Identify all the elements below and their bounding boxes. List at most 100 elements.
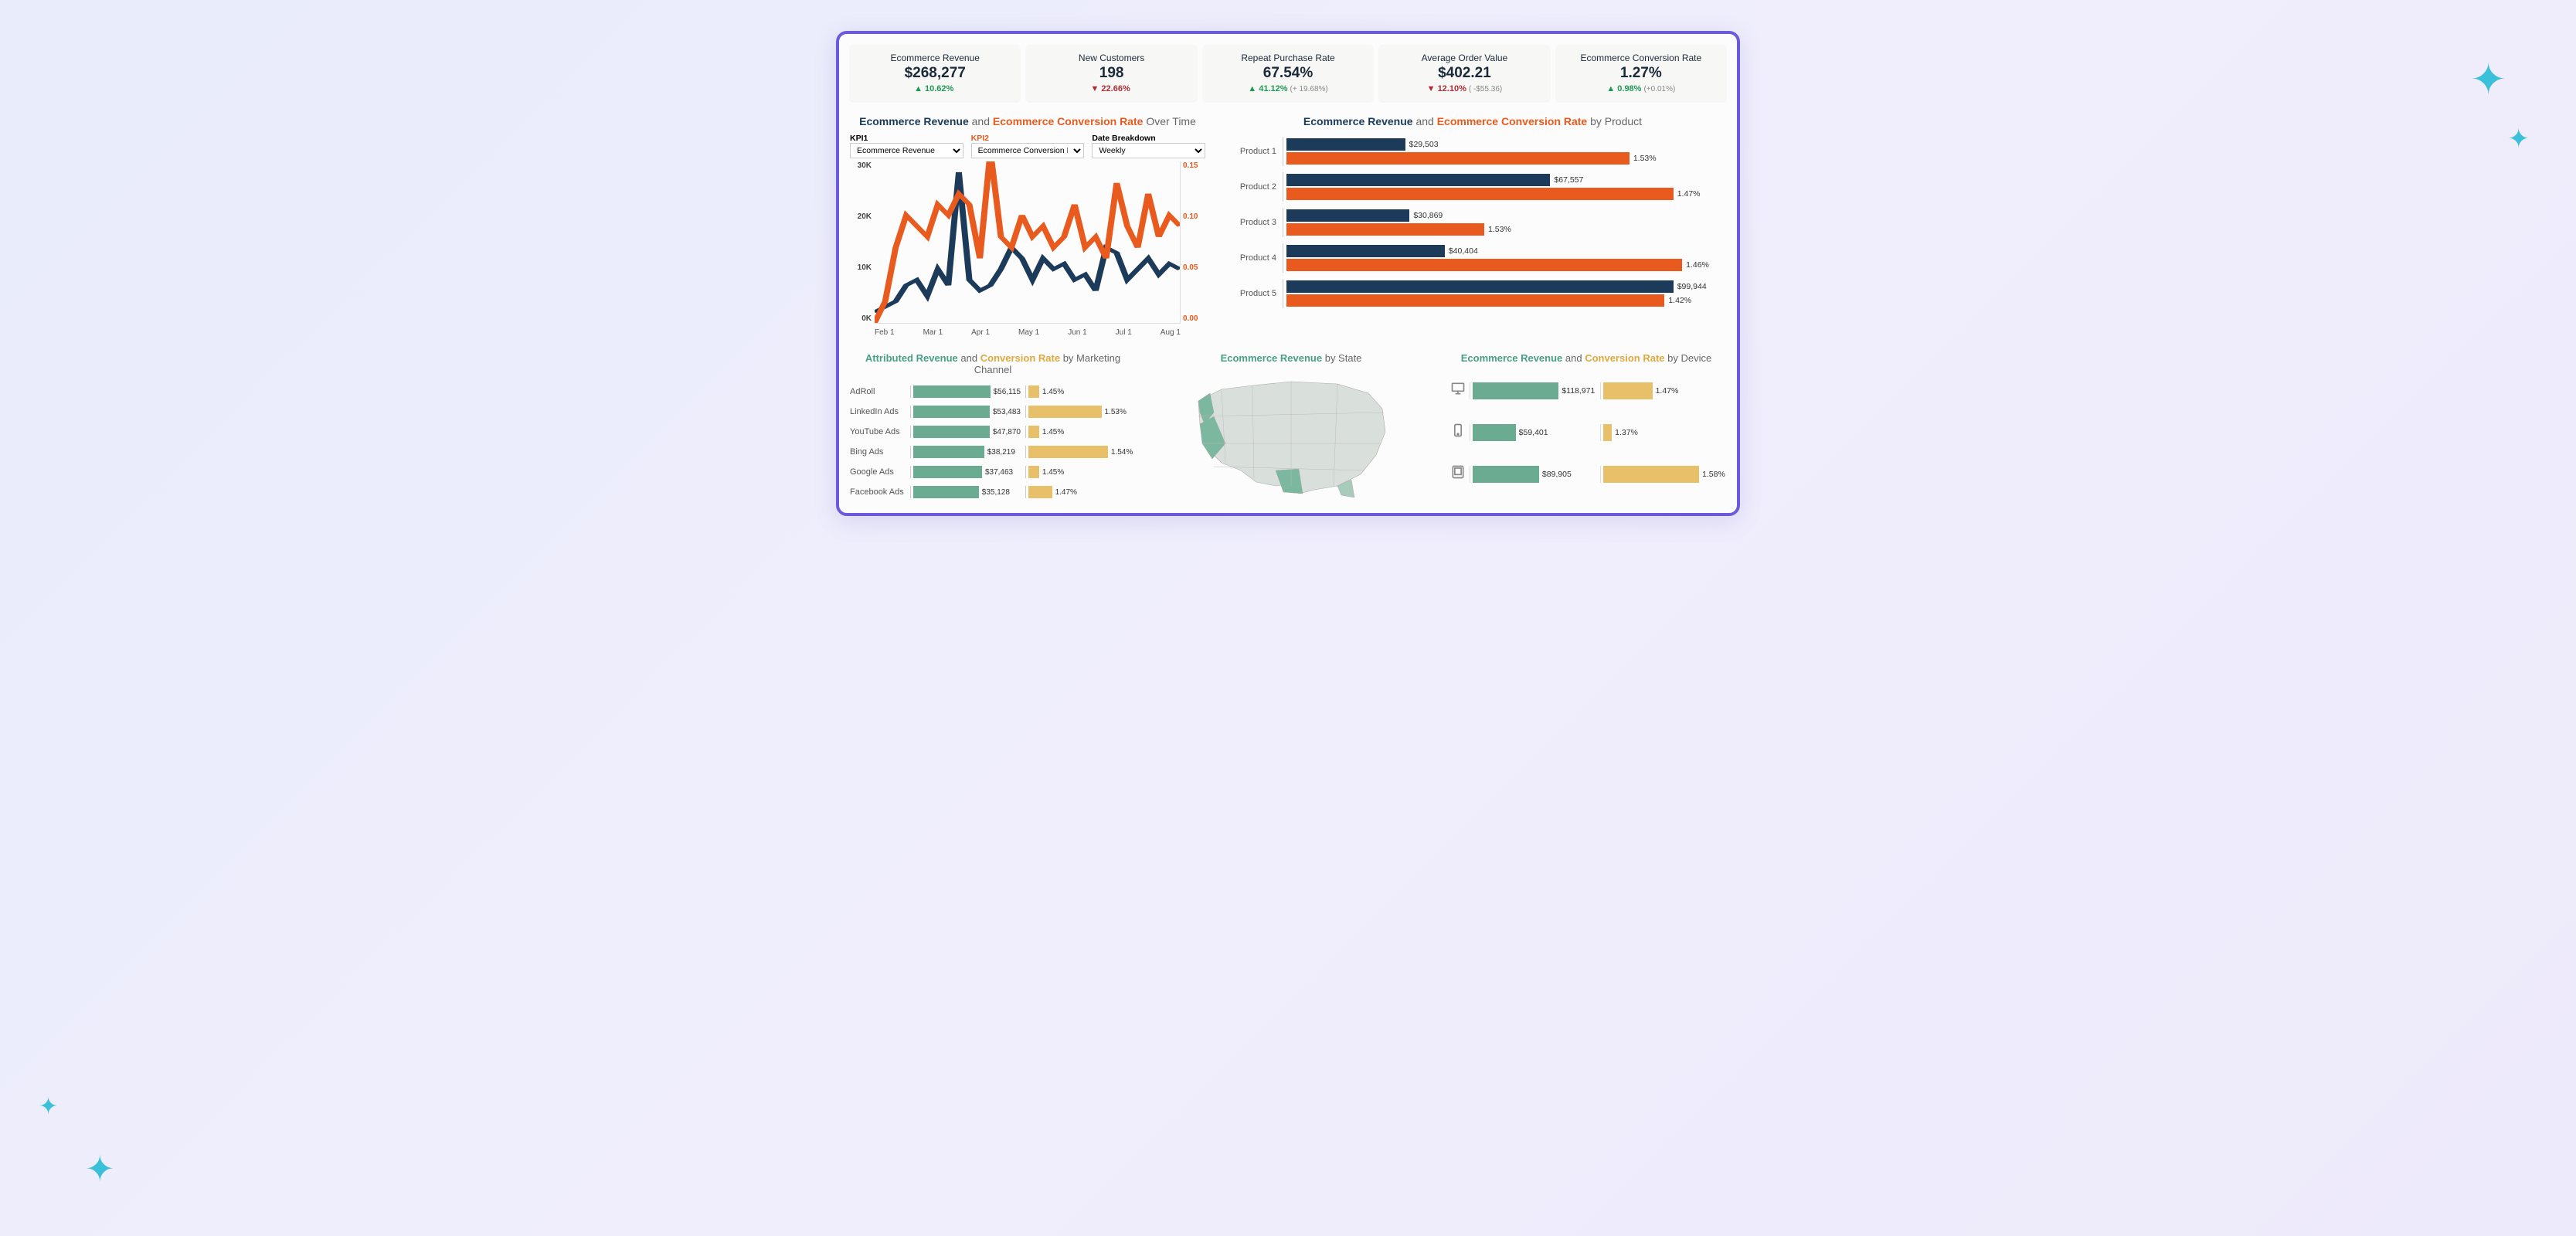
product-label: Product 5 (1235, 289, 1283, 298)
kpi-delta: 10.62% (856, 84, 1014, 93)
channel-revenue-value: $56,115 (994, 388, 1021, 396)
conversion-value: 1.46% (1686, 260, 1709, 270)
device-row: $59,401 1.37% (1446, 412, 1726, 453)
y-tick-right: 0.05 (1183, 263, 1205, 272)
product-label: Product 3 (1235, 218, 1283, 227)
kpi-card: Average Order Value $402.21 12.10%( -$55… (1379, 45, 1549, 101)
product-label: Product 2 (1235, 182, 1283, 192)
kpi-delta: 22.66% (1032, 84, 1190, 93)
channel-conversion-bar (1028, 486, 1052, 498)
channel-revenue-bar (913, 406, 990, 418)
conversion-bar (1286, 294, 1664, 307)
marketing-row: Facebook Ads $35,128 1.47% (850, 482, 1136, 502)
device-conversion-value: 1.58% (1702, 470, 1725, 479)
device-conversion-bar (1603, 382, 1653, 399)
product-label: Product 1 (1235, 147, 1283, 156)
map-title: Ecommerce Revenue by State (1148, 352, 1434, 364)
product-row: Product 5 $99,944 1.42% (1235, 276, 1726, 311)
kpi1-label: KPI1 (850, 134, 963, 143)
y-tick-left: 30K (850, 161, 872, 170)
kpi2-select[interactable]: Ecommerce Conversion Rate (971, 143, 1085, 158)
channel-conversion-value: 1.45% (1042, 468, 1064, 477)
channel-revenue-bar (913, 385, 991, 398)
kpi2-label: KPI2 (971, 134, 1085, 143)
line-chart-svg (875, 161, 1180, 323)
kpi-value: 198 (1032, 65, 1190, 82)
channel-revenue-bar (913, 426, 990, 438)
y-tick-right: 0.00 (1183, 314, 1205, 323)
x-tick: May 1 (1018, 328, 1039, 337)
channel-conversion-value: 1.54% (1111, 448, 1133, 457)
conversion-bar (1286, 188, 1674, 200)
kpi-card: Ecommerce Conversion Rate 1.27% 0.98%(+0… (1556, 45, 1726, 101)
panel-revenue-by-device: Ecommerce Revenue and Conversion Rate by… (1446, 352, 1726, 502)
channel-revenue-bar (913, 486, 979, 498)
conversion-value: 1.42% (1668, 296, 1691, 305)
line-chart: 30K20K10K0K 0.150.100.050.00 (875, 161, 1181, 324)
device-conversion-bar (1603, 424, 1612, 441)
kpi-delta: 12.10%( -$55.36) (1385, 84, 1543, 93)
x-tick: Mar 1 (923, 328, 943, 337)
y-tick-right: 0.10 (1183, 212, 1205, 221)
conversion-value: 1.53% (1488, 225, 1511, 234)
date-breakdown-label: Date Breakdown (1092, 134, 1205, 143)
revenue-bar (1286, 209, 1409, 222)
marketing-row: AdRoll $56,115 1.45% (850, 382, 1136, 402)
panel-revenue-by-state: Ecommerce Revenue by State (1148, 352, 1434, 502)
kpi-title: Repeat Purchase Rate (1209, 53, 1367, 63)
channel-revenue-bar (913, 446, 984, 458)
channel-conversion-value: 1.45% (1042, 388, 1064, 396)
conversion-bar (1286, 223, 1484, 236)
marketing-row: YouTube Ads $47,870 1.45% (850, 422, 1136, 442)
sparkle-icon: ✦ (2508, 124, 2530, 154)
device-revenue-value: $59,401 (1519, 428, 1548, 437)
channel-conversion-value: 1.45% (1042, 428, 1064, 436)
product-row: Product 2 $67,557 1.47% (1235, 169, 1726, 205)
device-conversion-value: 1.37% (1615, 428, 1638, 437)
product-row: Product 4 $40,404 1.46% (1235, 240, 1726, 276)
sparkle-icon: ✦ (2470, 54, 2506, 105)
product-chart-title: Ecommerce Revenue and Ecommerce Conversi… (1219, 115, 1726, 127)
device-revenue-value: $118,971 (1562, 386, 1595, 396)
panel-product-chart: Ecommerce Revenue and Ecommerce Conversi… (1219, 115, 1726, 337)
channel-label: LinkedIn Ads (850, 407, 910, 416)
device-revenue-value: $89,905 (1542, 470, 1572, 479)
channel-revenue-value: $38,219 (987, 448, 1015, 457)
x-tick: Jun 1 (1068, 328, 1086, 337)
conversion-bar (1286, 259, 1682, 271)
channel-revenue-value: $37,463 (985, 468, 1013, 477)
channel-label: AdRoll (850, 387, 910, 396)
channel-revenue-value: $53,483 (993, 408, 1021, 416)
kpi-value: $402.21 (1385, 65, 1543, 82)
kpi-card: Repeat Purchase Rate 67.54% 41.12%(+ 19.… (1203, 45, 1373, 101)
product-row: Product 1 $29,503 1.53% (1235, 134, 1726, 169)
device-row: $118,971 1.47% (1446, 370, 1726, 412)
date-breakdown-select[interactable]: Weekly (1092, 143, 1205, 158)
tablet-icon (1446, 464, 1470, 484)
us-map (1183, 370, 1399, 501)
kpi-title: Average Order Value (1385, 53, 1543, 63)
revenue-value: $67,557 (1554, 175, 1583, 185)
revenue-bar (1286, 138, 1405, 151)
marketing-row: Bing Ads $38,219 1.54% (850, 442, 1136, 462)
channel-label: YouTube Ads (850, 427, 910, 436)
x-tick: Apr 1 (971, 328, 990, 337)
channel-conversion-bar (1028, 466, 1039, 478)
revenue-value: $40,404 (1449, 246, 1478, 256)
kpi1-select[interactable]: Ecommerce Revenue (850, 143, 963, 158)
channel-conversion-bar (1028, 446, 1108, 458)
kpi-title: New Customers (1032, 53, 1190, 63)
revenue-bar (1286, 245, 1445, 257)
kpi-title: Ecommerce Conversion Rate (1562, 53, 1720, 63)
kpi-value: 1.27% (1562, 65, 1720, 82)
y-tick-left: 0K (850, 314, 872, 323)
kpi-value: 67.54% (1209, 65, 1367, 82)
panel-time-chart: Ecommerce Revenue and Ecommerce Conversi… (850, 115, 1205, 337)
sparkle-icon: ✦ (39, 1093, 58, 1120)
kpi-title: Ecommerce Revenue (856, 53, 1014, 63)
channel-label: Facebook Ads (850, 487, 910, 497)
channel-label: Bing Ads (850, 447, 910, 457)
mobile-icon (1446, 423, 1470, 443)
x-tick: Aug 1 (1161, 328, 1181, 337)
revenue-value: $29,503 (1409, 140, 1439, 149)
